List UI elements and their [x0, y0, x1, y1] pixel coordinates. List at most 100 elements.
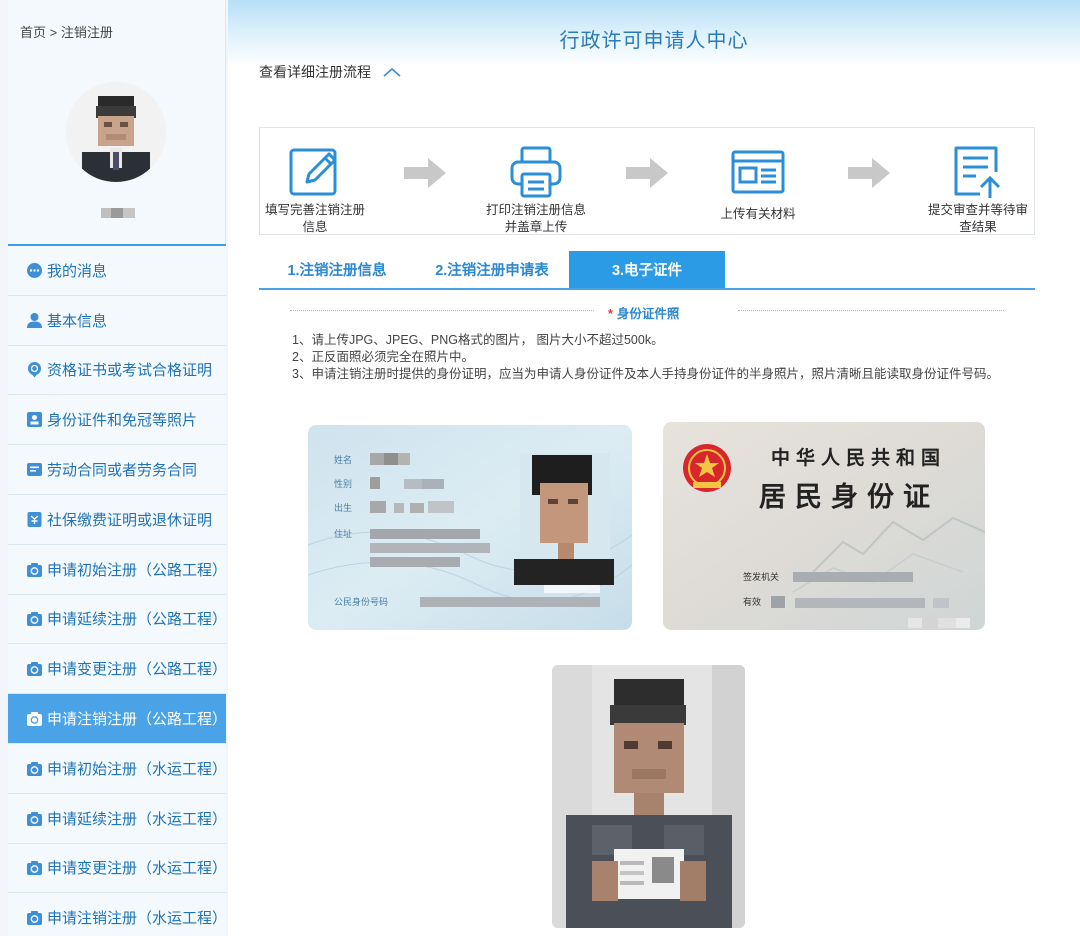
sidebar-item-14[interactable]: 申请注销注册（水运工程）: [8, 893, 228, 936]
id-field-issuer: 签发机关: [743, 571, 779, 582]
main-panel: 行政许可申请人中心 查看详细注册流程 填写完善注销注册 信息 打印注销注册信息 …: [228, 0, 1080, 936]
id-field-number: 公民身份号码: [334, 596, 388, 607]
step-3: 上传有关材料: [698, 128, 818, 223]
step-2-label-line1: 打印注销注册信息: [485, 203, 586, 217]
required-mark: *: [608, 307, 613, 321]
id-country-title: 中华人民共和国: [771, 446, 946, 469]
avatar[interactable]: [66, 82, 166, 182]
sidebar-item-label: 社保缴费证明或退休证明: [47, 511, 213, 529]
camera-icon: [26, 710, 43, 727]
section-title-text: 身份证件照: [616, 307, 680, 321]
step-3-label-line1: 上传有关材料: [720, 207, 796, 221]
message-icon: [26, 262, 43, 279]
document-card-icon: [730, 144, 786, 200]
registration-steps: 填写完善注销注册 信息 打印注销注册信息 并盖章上传 上传有关材料 提交审查并等…: [259, 127, 1035, 235]
id-card-title: 居民身份证: [759, 481, 939, 513]
camera-icon: [26, 859, 43, 876]
id-field-birth: 出生: [334, 502, 352, 513]
step-1: 填写完善注销注册 信息: [260, 128, 370, 236]
camera-icon: [26, 760, 43, 777]
tab-electronic-certificate[interactable]: 3.电子证件: [569, 251, 725, 288]
flow-toggle-label: 查看详细注册流程: [259, 64, 371, 80]
step-4-label-line1: 提交审查并等待审: [927, 203, 1028, 217]
sidebar-item-label: 申请延续注册（水运工程）: [47, 810, 228, 828]
id-photo-icon: [26, 411, 43, 428]
sidebar-item-2[interactable]: 基本信息: [8, 295, 226, 346]
sidebar-item-label: 申请变更注册（公路工程）: [47, 661, 228, 679]
page-title: 行政许可申请人中心: [559, 28, 749, 52]
arrow-right-icon: [404, 158, 446, 193]
blurred-overlay: [908, 612, 972, 634]
contract-icon: [26, 461, 43, 478]
sidebar-item-4[interactable]: 身份证件和免冠等照片: [8, 395, 226, 446]
section-divider-right: [738, 310, 1004, 311]
id-card-front-image[interactable]: 姓名 性别 出生 住址 公民身份号码: [308, 425, 632, 630]
step-2: 打印注销注册信息 并盖章上传: [476, 128, 596, 236]
profile-panel: [8, 60, 226, 245]
section-header: * 身份证件照: [290, 300, 1004, 322]
sidebar-item-label: 申请初始注册（水运工程）: [47, 760, 228, 778]
tab-cancel-application[interactable]: 2.注销注册申请表: [415, 251, 569, 288]
header: 行政许可申请人中心: [228, 0, 1080, 66]
arrow-right-icon: [848, 158, 890, 193]
id-field-valid: 有效: [743, 596, 761, 607]
id-field-address: 住址: [334, 528, 352, 539]
id-field-name: 姓名: [334, 454, 352, 465]
social-security-icon: [26, 511, 43, 528]
sidebar-item-label: 申请延续注册（公路工程）: [47, 611, 228, 629]
sidebar-item-9[interactable]: 申请变更注册（公路工程）: [8, 644, 228, 695]
sidebar-item-7[interactable]: 申请初始注册（公路工程）: [8, 544, 228, 595]
sidebar-item-11[interactable]: 申请初始注册（水运工程）: [8, 743, 228, 794]
user-icon: [26, 312, 43, 329]
sidebar-item-label: 身份证件和免冠等照片: [47, 412, 198, 430]
sidebar-item-label: 劳动合同或者劳务合同: [47, 462, 198, 480]
upload-notes: 1、请上传JPG、JPEG、PNG格式的图片， 图片大小不超过500k。 2、正…: [292, 332, 1012, 383]
sidebar-item-label: 申请注销注册（水运工程）: [47, 910, 228, 928]
username-blurred: [101, 206, 135, 220]
sidebar-item-label: 我的消息: [47, 262, 108, 280]
camera-icon: [26, 909, 43, 926]
camera-icon: [26, 810, 43, 827]
flow-toggle[interactable]: 查看详细注册流程: [259, 62, 401, 82]
handheld-id-photo[interactable]: [552, 665, 745, 928]
id-field-gender: 性别: [334, 478, 352, 489]
sidebar-item-8[interactable]: 申请延续注册（公路工程）: [8, 594, 228, 645]
sidebar-item-label: 申请初始注册（公路工程）: [47, 561, 228, 579]
note-3: 3、申请注销注册时提供的身份证明，应当为申请人身份证件及本人手持身份证件的半身照…: [292, 367, 999, 381]
camera-icon: [26, 610, 43, 627]
upload-document-icon: [950, 144, 1006, 200]
sidebar-item-label: 基本信息: [47, 312, 108, 330]
chevron-up-icon[interactable]: [383, 64, 401, 80]
note-1: 1、请上传JPG、JPEG、PNG格式的图片， 图片大小不超过500k。: [292, 333, 664, 347]
step-1-label-line2: 信息: [302, 220, 328, 234]
sidebar-item-3[interactable]: 资格证书或考试合格证明: [8, 345, 226, 396]
section-title: * 身份证件照: [608, 303, 679, 322]
arrow-right-icon: [626, 158, 668, 193]
step-4: 提交审查并等待审 查结果: [920, 128, 1036, 236]
sidebar-menu: 我的消息基本信息资格证书或考试合格证明 身份证件和免冠等照片 劳动合同或者劳务合同社…: [8, 246, 228, 936]
note-2: 2、正反面照必须完全在照片中。: [292, 350, 474, 364]
sidebar-item-1[interactable]: 我的消息: [8, 246, 226, 296]
section-divider-left: [290, 310, 594, 311]
breadcrumb[interactable]: 首页 > 注销注册: [20, 22, 113, 41]
sidebar-item-label: 申请注销注册（公路工程）: [47, 711, 228, 729]
sidebar-item-label: 资格证书或考试合格证明: [47, 362, 213, 380]
sidebar-item-6[interactable]: 社保缴费证明或退休证明: [8, 494, 226, 545]
printer-icon: [508, 144, 564, 200]
step-2-label-line2: 并盖章上传: [504, 220, 568, 234]
step-4-label-line2: 查结果: [959, 220, 997, 234]
sidebar: 首页 > 注销注册 我的消息 基本信息 资格证书或考试合格证明 身份证件和免冠等…: [8, 0, 228, 936]
sidebar-item-12[interactable]: 申请延续注册（水运工程）: [8, 793, 228, 844]
sidebar-item-10[interactable]: 申请注销注册（公路工程）: [8, 694, 228, 744]
tab-bar: 1.注销注册信息 2.注销注册申请表 3.电子证件: [259, 251, 1035, 290]
certificate-icon: [26, 361, 43, 378]
sidebar-item-5[interactable]: 劳动合同或者劳务合同: [8, 445, 226, 495]
sidebar-item-label: 申请变更注册（水运工程）: [47, 860, 228, 878]
camera-icon: [26, 561, 43, 578]
edit-icon: [287, 144, 343, 200]
sidebar-item-13[interactable]: 申请变更注册（水运工程）: [8, 843, 228, 894]
id-card-back-image[interactable]: 中华人民共和国 居民身份证 签发机关 有效: [663, 422, 985, 630]
step-1-label-line1: 填写完善注销注册: [264, 203, 365, 217]
tab-cancel-info[interactable]: 1.注销注册信息: [259, 251, 415, 288]
camera-icon: [26, 660, 43, 677]
